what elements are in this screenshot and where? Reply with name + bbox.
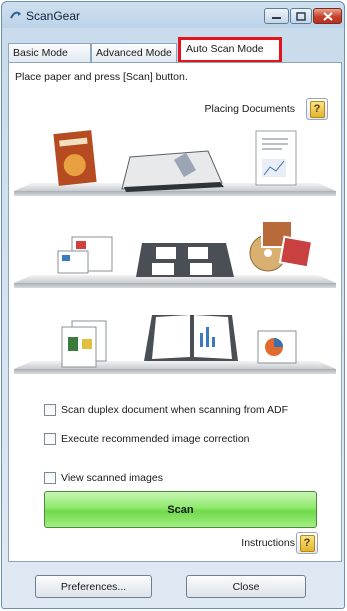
title-bar: ScanGear [2,2,344,30]
correction-label: Execute recommended image correction [61,433,250,445]
tab-advanced-mode[interactable]: Advanced Mode [91,43,177,62]
view-scanned-label: View scanned images [61,472,163,484]
help-icon: ? [299,534,315,552]
preferences-button[interactable]: Preferences... [35,575,152,598]
scangear-window: ScanGear Basic Mode Advanced Mode Auto S… [1,1,345,609]
window-title: ScanGear [26,9,81,23]
close-icon [322,11,333,21]
multi-page-document-icon [61,320,107,368]
small-cards-icon [57,236,113,274]
shelf-1 [14,130,336,196]
photo-disc-icon [249,220,314,272]
view-scanned-checkbox[interactable] [44,472,56,484]
view-scanned-option[interactable]: View scanned images [44,472,163,484]
scan-button[interactable]: Scan [44,491,317,528]
instructions-help-button[interactable]: ? [296,532,318,554]
tab-basic-mode[interactable]: Basic Mode [8,43,91,62]
auto-scan-panel: Place paper and press [Scan] button. Pla… [8,62,342,562]
document-types-illustration [14,130,336,374]
instructions-label: Instructions [241,537,295,549]
book-icon [144,315,238,361]
multiple-photos-icon [136,243,234,277]
close-button[interactable]: Close [186,575,306,598]
chart-document-icon [257,330,297,364]
placing-documents-help-button[interactable]: ? [306,98,328,120]
duplex-option[interactable]: Scan duplex document when scanning from … [44,404,288,416]
magazine-icon [53,130,97,186]
correction-option[interactable]: Execute recommended image correction [44,433,250,445]
mode-tabs: Basic Mode Advanced Mode Auto Scan Mode [8,37,342,63]
duplex-label: Scan duplex document when scanning from … [61,404,289,416]
window-close-button[interactable] [313,8,342,24]
help-icon: ? [309,100,325,118]
placing-documents-label: Placing Documents [204,103,295,115]
minimize-icon [272,17,281,19]
shelf-3 [14,315,336,374]
maximize-button[interactable] [290,8,312,24]
shelf-2 [14,220,336,288]
tab-auto-scan-mode[interactable]: Auto Scan Mode [178,37,282,63]
scangear-app-icon [10,11,21,19]
flatbed-photo-icon [121,150,224,192]
instruction-text: Place paper and press [Scan] button. [15,71,188,83]
maximize-icon [296,11,306,21]
correction-checkbox[interactable] [44,433,56,445]
document-icon [255,130,297,186]
minimize-button[interactable] [264,8,289,24]
duplex-checkbox[interactable] [44,404,56,416]
